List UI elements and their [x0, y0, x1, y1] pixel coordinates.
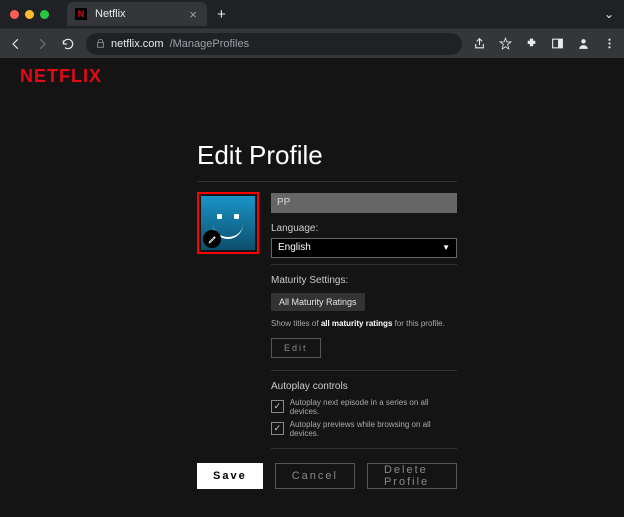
autoplay-next-row: ✓ Autoplay next episode in a series on a…: [271, 398, 457, 416]
share-icon[interactable]: [472, 37, 486, 50]
maturity-desc-suffix: for this profile.: [392, 319, 444, 328]
toolbar-right: [472, 37, 616, 50]
profile-name-input[interactable]: [271, 193, 457, 213]
tab-bar: N Netflix × + ⌄: [0, 0, 624, 28]
url-input[interactable]: netflix.com/ManageProfiles: [86, 33, 462, 55]
delete-profile-button[interactable]: Delete Profile: [367, 463, 457, 489]
edit-profile-panel: Edit Profile Language: English ▼: [197, 58, 457, 489]
address-bar: netflix.com/ManageProfiles: [0, 28, 624, 58]
tabbar-chevron-icon[interactable]: ⌄: [604, 7, 614, 21]
profile-fields: Language: English ▼: [271, 192, 457, 258]
bookmark-icon[interactable]: [498, 37, 512, 50]
autoplay-next-label: Autoplay next episode in a series on all…: [290, 398, 457, 416]
back-button[interactable]: [8, 37, 24, 51]
url-host: netflix.com: [111, 38, 164, 50]
maturity-section: Maturity Settings: All Maturity Ratings …: [271, 264, 457, 449]
browser-tab[interactable]: N Netflix ×: [67, 2, 207, 26]
autoplay-previews-row: ✓ Autoplay previews while browsing on al…: [271, 420, 457, 438]
close-window-button[interactable]: [10, 10, 19, 19]
chevron-down-icon: ▼: [442, 243, 450, 252]
page-body: NETFLIX Edit Profile Language: English ▼: [0, 58, 624, 517]
button-row: Save Cancel Delete Profile: [197, 463, 457, 489]
forward-button[interactable]: [34, 37, 50, 51]
minimize-window-button[interactable]: [25, 10, 34, 19]
avatar[interactable]: [197, 192, 259, 254]
edit-avatar-icon[interactable]: [203, 230, 221, 248]
profile-row: Language: English ▼: [197, 192, 457, 258]
menu-icon[interactable]: [602, 37, 616, 50]
autoplay-title: Autoplay controls: [271, 381, 457, 392]
maximize-window-button[interactable]: [40, 10, 49, 19]
language-select[interactable]: English ▼: [271, 238, 457, 258]
language-label: Language:: [271, 223, 457, 234]
tab-close-icon[interactable]: ×: [189, 8, 197, 21]
divider: [271, 264, 457, 265]
panel-icon[interactable]: [550, 37, 564, 50]
lock-icon: [96, 39, 105, 48]
extensions-icon[interactable]: [524, 37, 538, 50]
maturity-edit-button[interactable]: Edit: [271, 338, 321, 358]
divider: [271, 370, 457, 371]
autoplay-previews-label: Autoplay previews while browsing on all …: [290, 420, 457, 438]
url-path: /ManageProfiles: [170, 38, 250, 50]
autoplay-previews-checkbox[interactable]: ✓: [271, 422, 284, 435]
divider: [197, 181, 457, 182]
autoplay-next-checkbox[interactable]: ✓: [271, 400, 284, 413]
language-value: English: [278, 242, 311, 253]
maturity-desc-bold: all maturity ratings: [321, 319, 393, 328]
browser-chrome: N Netflix × + ⌄ netflix.com/ManageProfil…: [0, 0, 624, 58]
maturity-title: Maturity Settings:: [271, 275, 457, 286]
new-tab-button[interactable]: +: [217, 6, 226, 23]
divider: [271, 448, 457, 449]
page-title: Edit Profile: [197, 140, 457, 171]
tab-title: Netflix: [95, 8, 181, 20]
save-button[interactable]: Save: [197, 463, 263, 489]
maturity-badge: All Maturity Ratings: [271, 293, 365, 311]
netflix-logo[interactable]: NETFLIX: [20, 66, 102, 87]
reload-button[interactable]: [60, 37, 76, 51]
cancel-button[interactable]: Cancel: [275, 463, 355, 489]
tab-favicon: N: [75, 8, 87, 20]
maturity-description: Show titles of all maturity ratings for …: [271, 319, 457, 328]
profile-icon[interactable]: [576, 37, 590, 50]
maturity-desc-prefix: Show titles of: [271, 319, 321, 328]
window-controls: [10, 10, 49, 19]
